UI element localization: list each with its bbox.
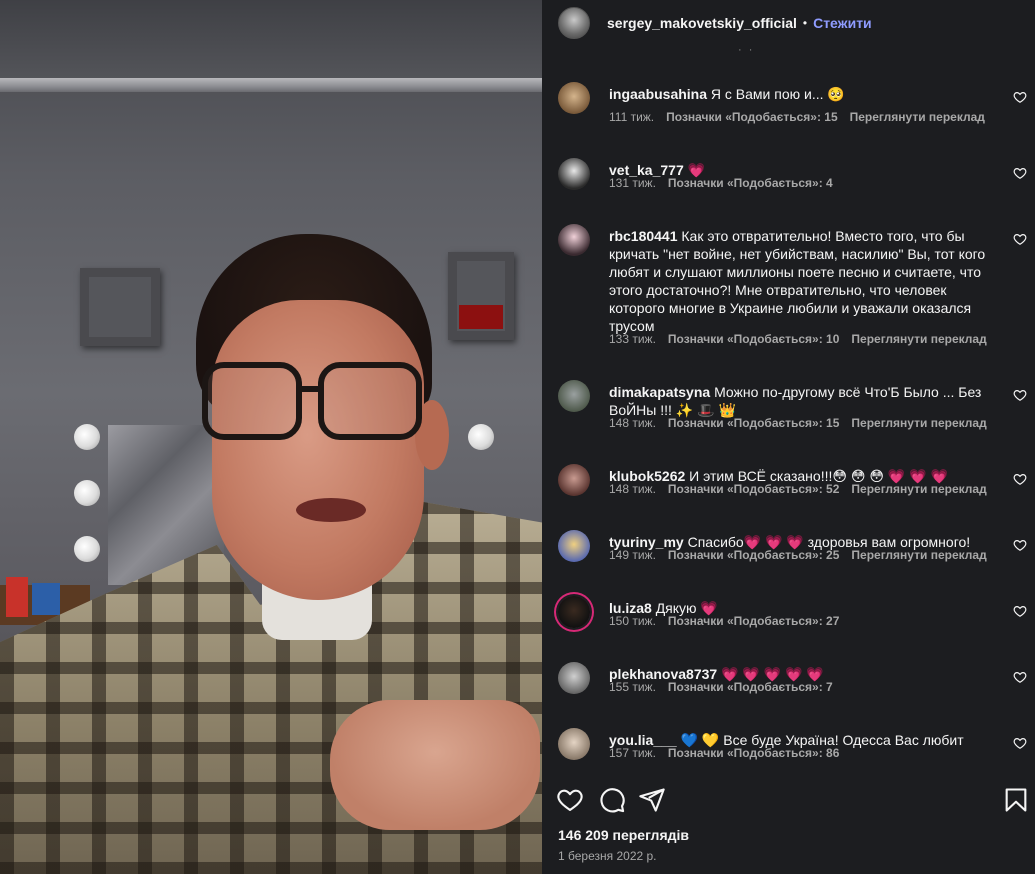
- comment-meta: 111 тиж. Позначки «Подобається»: 15 Пере…: [609, 110, 985, 124]
- comment-body: rbc180441 Как это отвратительно! Вместо …: [609, 227, 994, 335]
- comment-time[interactable]: 111 тиж.: [609, 110, 654, 124]
- comment-time[interactable]: 157 тиж.: [609, 746, 656, 760]
- header-separator: •: [802, 16, 808, 30]
- commenter-avatar[interactable]: [558, 464, 590, 496]
- follow-button[interactable]: Стежити: [813, 15, 872, 31]
- comment-meta: 157 тиж. Позначки «Подобається»: 86: [609, 746, 839, 760]
- heart-icon[interactable]: [1013, 670, 1027, 684]
- heart-icon[interactable]: [1013, 388, 1027, 402]
- commenter-username[interactable]: ingaabusahina: [609, 86, 707, 102]
- comment-time[interactable]: 150 тиж.: [609, 614, 656, 628]
- translate-link[interactable]: Переглянути переклад: [851, 416, 986, 430]
- heart-icon[interactable]: [1013, 472, 1027, 486]
- comment-time[interactable]: 148 тиж.: [609, 416, 656, 430]
- comment-text: Я с Вами пою и... 🥺: [710, 86, 845, 102]
- heart-icon[interactable]: [1013, 90, 1027, 104]
- comment-time[interactable]: 155 тиж.: [609, 680, 656, 694]
- video-player[interactable]: [0, 0, 542, 874]
- commenter-username[interactable]: dimakapatsyna: [609, 384, 710, 400]
- post-date[interactable]: 1 березня 2022 р.: [558, 849, 657, 863]
- comment-time[interactable]: 131 тиж.: [609, 176, 656, 190]
- video-person: [0, 0, 542, 874]
- comment-likes[interactable]: Позначки «Подобається»: 25: [668, 548, 839, 562]
- comment-likes[interactable]: Позначки «Подобається»: 15: [666, 110, 837, 124]
- heart-icon[interactable]: [1013, 604, 1027, 618]
- comment-time[interactable]: 133 тиж.: [609, 332, 656, 346]
- comment-likes[interactable]: Позначки «Подобається»: 7: [668, 680, 833, 694]
- comment-meta: 150 тиж. Позначки «Подобається»: 27: [609, 614, 839, 628]
- comment-meta: 131 тиж. Позначки «Подобається»: 4: [609, 176, 833, 190]
- comment-likes[interactable]: Позначки «Подобається»: 10: [668, 332, 839, 346]
- comment-meta: 148 тиж. Позначки «Подобається»: 15 Пере…: [609, 416, 987, 430]
- commenter-avatar[interactable]: [558, 158, 590, 190]
- comment-body: ingaabusahina Я с Вами пою и... 🥺: [609, 85, 994, 103]
- translate-link[interactable]: Переглянути переклад: [851, 548, 986, 562]
- comment-icon[interactable]: [598, 786, 626, 814]
- glasses: [202, 362, 424, 444]
- send-icon[interactable]: [638, 786, 666, 814]
- heart-icon[interactable]: [556, 786, 584, 814]
- comment-likes[interactable]: Позначки «Подобається»: 4: [668, 176, 833, 190]
- more-indicator: · ·: [738, 44, 755, 56]
- comment-meta: 155 тиж. Позначки «Подобається»: 7: [609, 680, 833, 694]
- heart-icon[interactable]: [1013, 538, 1027, 552]
- translate-link[interactable]: Переглянути переклад: [851, 332, 986, 346]
- translate-link[interactable]: Переглянути переклад: [851, 482, 986, 496]
- bookmark-icon[interactable]: [1002, 786, 1030, 814]
- comment-body: dimakapatsyna Можно по-другому всё Что'Б…: [609, 383, 994, 419]
- author-username[interactable]: sergey_makovetskiy_official: [607, 15, 797, 31]
- commenter-username[interactable]: rbc180441: [609, 228, 678, 244]
- comment-likes[interactable]: Позначки «Подобається»: 15: [668, 416, 839, 430]
- heart-icon[interactable]: [1013, 736, 1027, 750]
- heart-icon[interactable]: [1013, 166, 1027, 180]
- commenter-avatar[interactable]: [558, 728, 590, 760]
- comment-meta: 133 тиж. Позначки «Подобається»: 10 Пере…: [609, 332, 987, 346]
- commenter-avatar[interactable]: [558, 596, 590, 628]
- comment-likes[interactable]: Позначки «Подобається»: 27: [668, 614, 839, 628]
- comment-likes[interactable]: Позначки «Подобається»: 86: [668, 746, 839, 760]
- comment-time[interactable]: 149 тиж.: [609, 548, 656, 562]
- post-side-panel: sergey_makovetskiy_official • Стежити · …: [542, 0, 1035, 874]
- commenter-avatar[interactable]: [558, 662, 590, 694]
- comment-meta: 148 тиж. Позначки «Подобається»: 52 Пере…: [609, 482, 987, 496]
- post-header: sergey_makovetskiy_official • Стежити: [542, 0, 1035, 46]
- author-avatar[interactable]: [558, 7, 590, 39]
- comment-meta: 149 тиж. Позначки «Подобається»: 25 Пере…: [609, 548, 987, 562]
- comment-likes[interactable]: Позначки «Подобається»: 52: [668, 482, 839, 496]
- commenter-avatar[interactable]: [558, 530, 590, 562]
- commenter-avatar[interactable]: [558, 380, 590, 412]
- commenter-avatar[interactable]: [558, 82, 590, 114]
- comment-time[interactable]: 148 тиж.: [609, 482, 656, 496]
- post-action-bar: [542, 784, 1035, 816]
- translate-link[interactable]: Переглянути переклад: [850, 110, 985, 124]
- views-count[interactable]: 146 209 переглядів: [558, 827, 689, 843]
- commenter-avatar[interactable]: [558, 224, 590, 256]
- heart-icon[interactable]: [1013, 232, 1027, 246]
